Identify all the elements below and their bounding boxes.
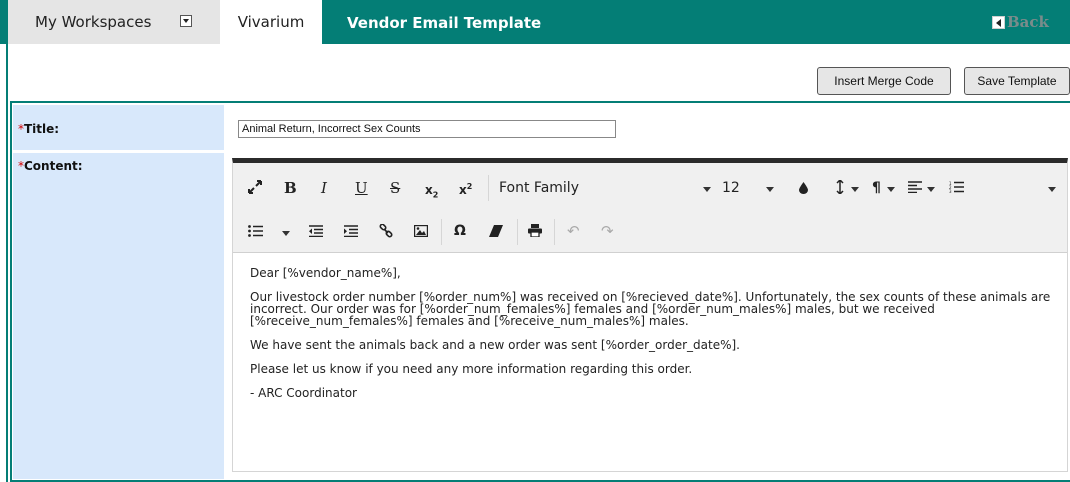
body-paragraph: Our livestock order number [%order_num%]… (250, 290, 1051, 328)
my-workspaces-tab[interactable]: My Workspaces (8, 0, 220, 44)
line-height-caret-icon[interactable] (851, 187, 859, 192)
strikethrough-icon[interactable]: S (390, 180, 400, 196)
align-caret-icon[interactable] (927, 187, 935, 192)
title-label-cell: *Title: (13, 105, 224, 150)
content-label: Content: (24, 159, 83, 173)
body-paragraph: We have sent the animals back and a new … (250, 338, 740, 352)
unordered-list-icon[interactable] (248, 225, 263, 241)
vivarium-tab[interactable]: Vivarium (220, 0, 322, 44)
image-icon[interactable] (413, 224, 429, 241)
line-height-icon[interactable] (836, 178, 844, 198)
title-label: Title: (24, 122, 60, 136)
bold-icon[interactable]: B (284, 180, 297, 196)
italic-icon[interactable]: I (321, 180, 327, 196)
back-label: Back (1007, 13, 1049, 31)
subscript-icon[interactable]: x2 (425, 182, 438, 203)
fullscreen-icon[interactable] (248, 180, 262, 198)
title-input[interactable] (238, 120, 616, 138)
font-family-dropdown[interactable]: Font Family (499, 180, 579, 196)
link-icon[interactable] (379, 223, 393, 242)
unordered-list-caret-icon[interactable] (282, 231, 290, 236)
superscript-icon[interactable]: x2 (459, 179, 472, 198)
ordered-list-icon[interactable]: 123 (949, 181, 964, 197)
color-icon[interactable] (799, 182, 808, 198)
editor-content[interactable]: Dear [%vendor_name%], Our livestock orde… (250, 267, 1060, 411)
workspaces-dropdown-icon[interactable] (180, 15, 192, 27)
paragraph-format-icon[interactable]: ¶ (872, 180, 881, 196)
rich-text-editor: B I U S x2 x2 Font Family 12 ¶ 123 Ω ↶ ↷… (232, 158, 1068, 472)
indent-icon[interactable] (344, 225, 358, 241)
signature-paragraph: - ARC Coordinator (250, 386, 357, 400)
font-size-dropdown[interactable]: 12 (722, 180, 740, 196)
body-paragraph: Please let us know if you need any more … (250, 362, 693, 376)
print-icon[interactable] (528, 224, 542, 241)
paragraph-caret-icon[interactable] (887, 187, 895, 192)
underline-icon[interactable]: U (355, 180, 368, 196)
special-chars-icon[interactable]: Ω (454, 223, 466, 239)
back-button[interactable]: Back (992, 13, 1049, 31)
undo-icon[interactable]: ↶ (567, 223, 580, 239)
toolbar-separator (441, 219, 442, 245)
editor-toolbar: B I U S x2 x2 Font Family 12 ¶ 123 Ω ↶ ↷ (233, 163, 1067, 253)
ordered-list-caret-icon[interactable] (1048, 187, 1056, 192)
content-label-cell: *Content: (13, 153, 224, 479)
align-icon[interactable] (908, 181, 922, 197)
toolbar-separator (554, 219, 555, 245)
insert-merge-code-button[interactable]: Insert Merge Code (817, 67, 951, 95)
greeting-paragraph: Dear [%vendor_name%], (250, 266, 401, 280)
toolbar-separator (488, 175, 489, 201)
save-template-button[interactable]: Save Template (964, 67, 1070, 95)
svg-text:3: 3 (949, 189, 952, 193)
font-family-caret-icon[interactable] (703, 187, 711, 192)
page-title: Vendor Email Template (347, 14, 542, 32)
redo-icon[interactable]: ↷ (601, 223, 614, 239)
toolbar-separator (517, 219, 518, 245)
font-size-caret-icon[interactable] (766, 187, 774, 192)
clear-format-icon[interactable] (489, 225, 503, 241)
my-workspaces-label: My Workspaces (35, 13, 152, 31)
back-arrow-icon (992, 15, 1005, 29)
outdent-icon[interactable] (309, 225, 323, 241)
